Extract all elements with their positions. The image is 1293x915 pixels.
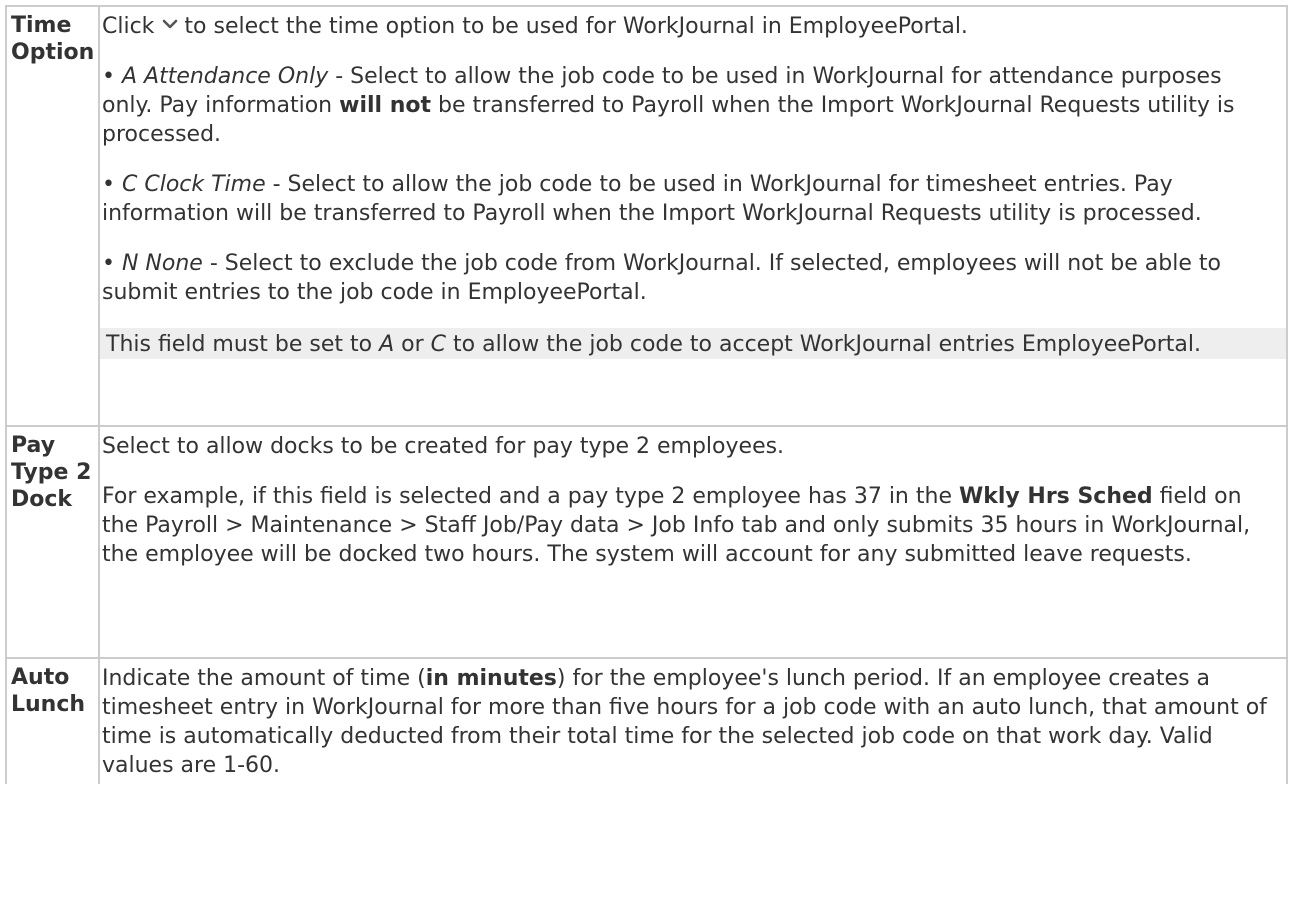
option-attendance-only: • A Attendance Only - Select to allow th… <box>102 62 1278 149</box>
field-name-text: Wkly Hrs Sched <box>958 484 1153 509</box>
note-text: or <box>401 332 424 357</box>
table-row: Time Option Click to select the time opti… <box>5 5 1288 427</box>
paragraph-text: Indicate the amount of time ( <box>102 666 426 691</box>
option-code: A Attendance Only <box>121 64 329 89</box>
option-clock-time: • C Clock Time - Select to allow the job… <box>102 170 1278 228</box>
paragraph-text: For example, if this field is selected a… <box>102 484 952 509</box>
note-text: This field must be set to <box>106 332 373 357</box>
note-code-a: A <box>379 332 395 357</box>
emphasis-text: will not <box>339 93 432 118</box>
bullet: • <box>102 172 115 197</box>
example-paragraph: For example, if this field is selected a… <box>102 482 1278 569</box>
paragraph: Select to allow docks to be created for … <box>102 434 785 459</box>
intro-text-after: to select the time option to be used for… <box>184 14 968 39</box>
description-auto-lunch: Indicate the amount of time (in minutes)… <box>98 657 1288 784</box>
term-pay-type-2-dock: Pay Type 2 Dock <box>5 425 100 659</box>
term-auto-lunch: Auto Lunch <box>5 657 100 784</box>
term-time-option: Time Option <box>5 5 100 427</box>
option-none: • N None - Select to exclude the job cod… <box>102 249 1278 307</box>
option-text: - Select to allow the job code to be use… <box>102 172 1202 226</box>
intro-text-before: Click <box>102 14 155 39</box>
bullet: • <box>102 64 115 89</box>
paragraph: Indicate the amount of time (in minutes)… <box>102 664 1278 780</box>
option-text: - Select to exclude the job code from Wo… <box>102 251 1221 305</box>
bullet: • <box>102 251 115 276</box>
chevron-down-icon <box>160 10 180 39</box>
emphasis-text: in minutes <box>425 666 557 691</box>
option-code: N None <box>121 251 203 276</box>
table-row: Pay Type 2 Dock Select to allow docks to… <box>5 425 1288 659</box>
note-code-c: C <box>430 332 447 357</box>
field-definitions-table: Time Option Click to select the time opti… <box>5 5 1288 784</box>
intro-paragraph: Click to select the time option to be use… <box>102 12 1278 41</box>
note-box: This field must be set to A or C to allo… <box>100 328 1286 359</box>
note-text: to allow the job code to accept WorkJour… <box>453 332 1201 357</box>
description-time-option: Click to select the time option to be use… <box>98 5 1288 427</box>
option-code: C Clock Time <box>121 172 266 197</box>
description-pay-type-2-dock: Select to allow docks to be created for … <box>98 425 1288 659</box>
table-row: Auto Lunch Indicate the amount of time (… <box>5 657 1288 784</box>
